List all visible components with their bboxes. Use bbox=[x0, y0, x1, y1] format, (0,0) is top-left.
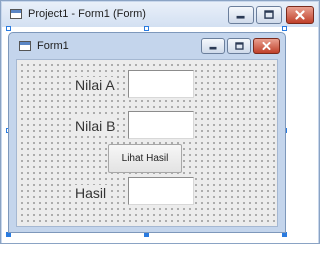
selection-handle bbox=[6, 26, 11, 31]
maximize-icon bbox=[264, 10, 274, 19]
form-icon bbox=[19, 41, 31, 51]
designer-close-button[interactable] bbox=[286, 6, 314, 24]
textbox-nilai-a[interactable] bbox=[128, 70, 194, 98]
form-design-grid[interactable]: Nilai A Nilai B Lihat Hasil Hasil bbox=[16, 59, 278, 227]
form-close-button[interactable] bbox=[253, 38, 280, 54]
selection-handle bbox=[144, 26, 149, 31]
designer-titlebar[interactable]: Project1 - Form1 (Form) bbox=[2, 2, 318, 27]
selection-handle bbox=[282, 26, 287, 31]
form-maximize-button[interactable] bbox=[227, 38, 251, 54]
form-icon bbox=[10, 9, 22, 19]
close-icon bbox=[295, 10, 305, 20]
close-icon bbox=[262, 41, 271, 51]
form-title: Form1 bbox=[37, 40, 69, 52]
lihat-hasil-button[interactable]: Lihat Hasil bbox=[108, 144, 182, 173]
minimize-icon bbox=[209, 46, 217, 50]
designer-maximize-button[interactable] bbox=[256, 6, 282, 24]
designer-minimize-button[interactable] bbox=[228, 6, 254, 24]
designer-title: Project1 - Form1 (Form) bbox=[28, 8, 146, 20]
form-window[interactable]: Form1 Nilai A Nilai B Lihat Hasil Hasil bbox=[8, 32, 286, 233]
label-nilai-b[interactable]: Nilai B bbox=[74, 118, 117, 134]
maximize-icon bbox=[235, 42, 244, 50]
label-nilai-a[interactable]: Nilai A bbox=[74, 77, 116, 93]
form-minimize-button[interactable] bbox=[201, 38, 225, 54]
label-hasil[interactable]: Hasil bbox=[74, 185, 108, 201]
textbox-hasil[interactable] bbox=[128, 177, 194, 205]
minimize-icon bbox=[236, 15, 245, 19]
form-titlebar[interactable]: Form1 bbox=[9, 33, 285, 59]
textbox-nilai-b[interactable] bbox=[128, 111, 194, 139]
